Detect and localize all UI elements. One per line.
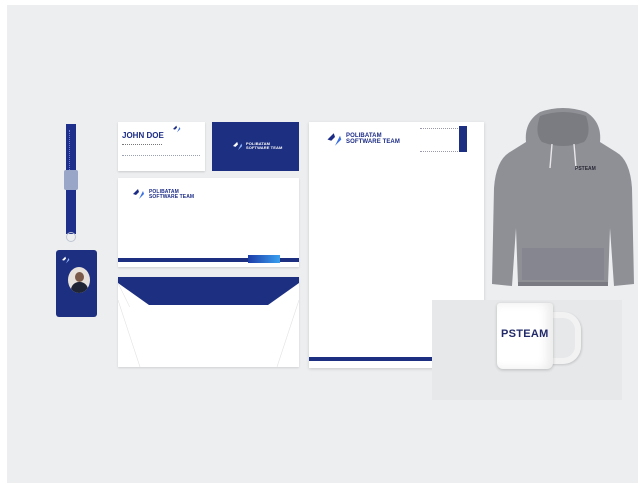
letterhead-qr (459, 126, 467, 152)
card-back-logo-icon (233, 141, 243, 151)
lanyard-clip (64, 170, 78, 190)
card-contact-row (122, 155, 200, 160)
envelope-logo-icon (133, 189, 144, 199)
envelope-accent (248, 255, 280, 263)
letterhead-contact-block (420, 128, 462, 152)
business-card-front (118, 122, 205, 171)
hoodie (492, 108, 634, 286)
letterhead-logo-icon (327, 133, 342, 146)
card-subtitle-line (122, 144, 162, 145)
badge-logo-icon (62, 256, 70, 264)
card-logo-icon (173, 125, 181, 133)
badge-photo (68, 267, 90, 293)
hoodie-print: PSTEAM (575, 166, 596, 172)
envelope-brand: POLIBATAM SOFTWARE TEAM (149, 189, 195, 201)
badge-ring (66, 232, 76, 242)
card-back-brand: POLIBATAM SOFTWARE TEAM (246, 141, 283, 151)
lanyard-pattern (69, 130, 73, 170)
card-name: JOHN DOE (122, 131, 164, 140)
letterhead-brand: POLIBATAM SOFTWARE TEAM (346, 133, 400, 146)
mug-print: PSTEAM (501, 328, 549, 340)
envelope-fold-lines (118, 300, 299, 367)
